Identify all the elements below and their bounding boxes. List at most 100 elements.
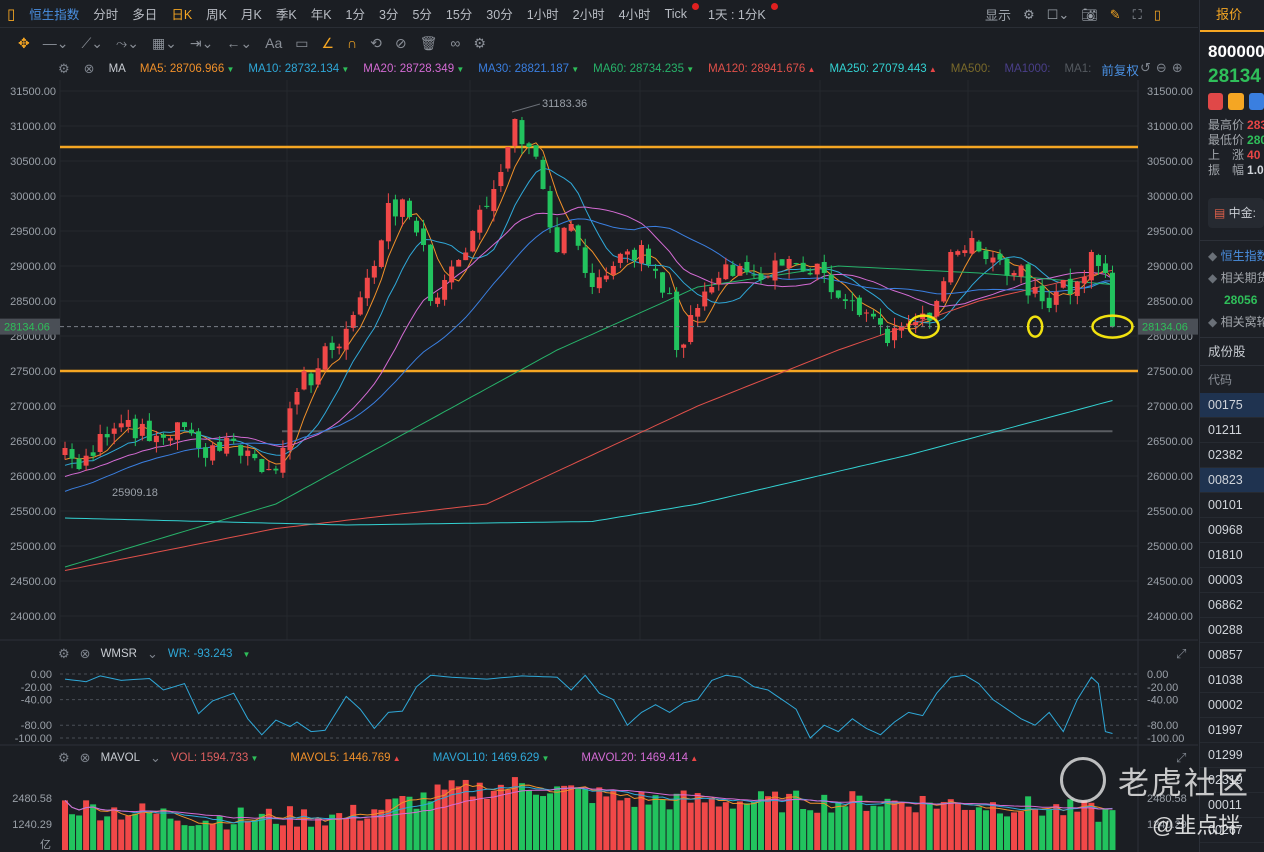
volume-bar <box>722 802 729 850</box>
volume-bar <box>230 824 237 850</box>
candle <box>484 205 490 207</box>
wr-legend: ⚙ ⊗ WMSR ⌄ WR: -93.243 ▼ <box>58 646 251 662</box>
price-tick-right: 28500.00 <box>1147 296 1193 308</box>
volume-bar <box>814 812 821 850</box>
candle <box>1081 276 1087 284</box>
price-tick-right: 30500.00 <box>1147 156 1193 168</box>
volume-bar <box>743 803 750 850</box>
candle <box>414 220 419 233</box>
related-item[interactable]: ◆ 相关窝轮 <box>1200 311 1264 333</box>
candle <box>681 344 687 348</box>
wr-tick-left: 0.00 <box>31 669 52 681</box>
constituent-row[interactable]: 01038 <box>1200 668 1264 693</box>
candle <box>259 459 265 473</box>
close-icon[interactable]: ⊗ <box>80 646 91 662</box>
candle <box>519 120 525 145</box>
price-tick-right: 29500.00 <box>1147 226 1193 238</box>
constituent-row[interactable]: 00288 <box>1200 618 1264 643</box>
stat-row: 上 涨 40 <box>1200 148 1264 163</box>
candle <box>786 259 792 269</box>
volume-bar <box>104 816 111 850</box>
volume-bar <box>568 785 575 850</box>
volume-bar <box>174 820 181 850</box>
volume-bar <box>933 808 940 850</box>
related-item[interactable]: 28056 <box>1200 289 1264 311</box>
candle <box>132 418 138 439</box>
constituent-row[interactable]: 00002 <box>1200 693 1264 718</box>
price-tick-left: 26000.00 <box>10 471 56 483</box>
price-tick-left: 30000.00 <box>10 191 56 203</box>
gear-icon[interactable]: ⚙ <box>58 646 70 662</box>
constituent-row[interactable]: 01211 <box>1200 418 1264 443</box>
constituent-row[interactable]: 00003 <box>1200 568 1264 593</box>
gear-icon[interactable]: ⚙ <box>58 750 70 766</box>
candle <box>477 209 483 233</box>
constituent-row[interactable]: 00857 <box>1200 643 1264 668</box>
constituent-row[interactable]: 00823 <box>1200 468 1264 493</box>
symbol-code: 800000 <box>1208 42 1264 61</box>
related-item[interactable]: ◆ 相关期货 <box>1200 267 1264 289</box>
vol-indicator-name[interactable]: MAVOL <box>101 752 140 764</box>
constituent-row[interactable]: 01810 <box>1200 543 1264 568</box>
volume-bar <box>293 826 300 850</box>
candle <box>498 171 504 187</box>
candle <box>807 272 813 275</box>
constituent-row[interactable]: 00101 <box>1200 493 1264 518</box>
news-item[interactable]: ▤ 中金: <box>1208 198 1264 228</box>
candle <box>737 266 743 276</box>
column-header-code[interactable]: 代码 <box>1200 365 1264 393</box>
price-tick-right: 30000.00 <box>1147 191 1193 203</box>
volume-bar <box>540 796 547 850</box>
layer-icon: ◆ <box>1208 271 1221 285</box>
watermark: 老虎社区 <box>1060 757 1250 803</box>
last-price-label: 28134.06 <box>4 322 50 334</box>
candle <box>1046 297 1052 308</box>
candle <box>505 147 511 169</box>
volume-bar <box>1025 796 1032 850</box>
volume-bar <box>272 823 279 850</box>
candle <box>139 423 145 436</box>
candle <box>90 452 96 456</box>
ma10-line <box>64 167 1113 466</box>
volume-bar <box>518 783 525 850</box>
constituent-row[interactable]: 00968 <box>1200 518 1264 543</box>
candle <box>322 346 328 370</box>
volume-bar <box>476 782 483 850</box>
candle <box>336 346 342 349</box>
candle <box>435 297 441 304</box>
stat-value: 280 <box>1247 133 1264 147</box>
constituent-row[interactable]: 02382 <box>1200 443 1264 468</box>
price-tick-right: 27500.00 <box>1147 366 1193 378</box>
volume-bar <box>687 802 694 850</box>
constituent-row[interactable]: 00175 <box>1200 393 1264 418</box>
tab-quote[interactable]: 报价 <box>1200 0 1264 32</box>
candle <box>491 189 497 212</box>
candle <box>709 287 715 293</box>
wr-indicator-name[interactable]: WMSR <box>101 648 137 660</box>
volume-bar <box>779 812 786 850</box>
watermark-author: @韭点拌 <box>1152 813 1241 838</box>
wr-tick-left: -20.00 <box>21 682 52 694</box>
layer-icon: ◆ <box>1208 249 1221 263</box>
volume-bar <box>181 825 188 850</box>
related-label: 28056 <box>1224 293 1258 307</box>
ma5-line <box>64 142 1113 465</box>
candle <box>428 244 434 301</box>
candle <box>1018 265 1024 277</box>
kline-chart[interactable]: 31500.00 31500.00 31000.00 31000.00 30500.00… <box>0 0 1198 852</box>
volume-bar <box>554 786 561 850</box>
close-icon[interactable]: ⊗ <box>80 750 91 766</box>
stat-value: 283 <box>1247 118 1264 132</box>
candle <box>1102 263 1108 273</box>
volume-bar <box>279 825 286 850</box>
candle <box>554 227 560 252</box>
wr-tick-left: -40.00 <box>21 695 52 707</box>
volume-bar <box>1095 821 1102 850</box>
related-item[interactable]: ◆ 恒生指数 <box>1200 245 1264 267</box>
constituent-row[interactable]: 06862 <box>1200 593 1264 618</box>
expand-icon[interactable]: ⤢ <box>1176 646 1186 662</box>
volume-bar <box>525 790 532 850</box>
candle <box>800 262 806 271</box>
price-tick-right: 26500.00 <box>1147 436 1193 448</box>
constituent-row[interactable]: 01997 <box>1200 718 1264 743</box>
